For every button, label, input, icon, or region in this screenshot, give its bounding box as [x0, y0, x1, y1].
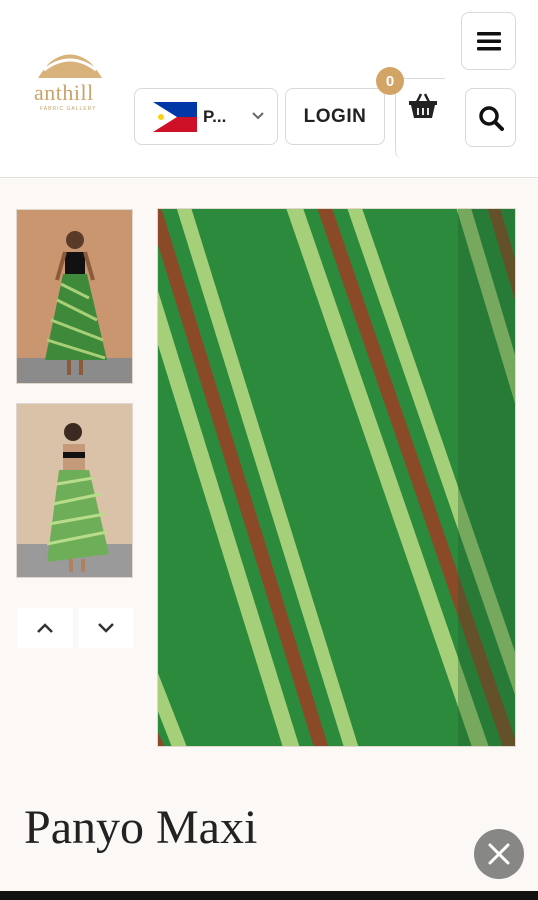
search-icon: [478, 105, 504, 131]
striped-fabric-image: [158, 209, 515, 746]
brand-tagline: FABRIC GALLERY: [40, 106, 97, 112]
cart-count-badge: 0: [376, 67, 404, 95]
chevron-down-icon: [252, 112, 264, 120]
bottom-bar: [0, 891, 538, 900]
close-button[interactable]: [474, 829, 524, 879]
product-page: Panyo Maxi: [0, 179, 538, 900]
close-icon: [488, 843, 510, 865]
model-back-image: [17, 404, 132, 577]
chevron-up-icon: [37, 623, 53, 633]
brand-name: anthill: [34, 80, 94, 105]
login-button[interactable]: LOGIN: [285, 88, 385, 145]
hamburger-menu-icon: [476, 32, 501, 51]
thumbnail-prev-button[interactable]: [17, 608, 73, 648]
site-header: anthill FABRIC GALLERY P... LOGIN 0: [0, 0, 538, 178]
product-main-image[interactable]: [157, 208, 516, 747]
thumbnail-next-button[interactable]: [78, 608, 134, 648]
menu-button[interactable]: [461, 12, 516, 70]
product-thumbnail-back[interactable]: [16, 403, 133, 578]
country-code: P...: [203, 106, 227, 126]
model-front-image: [17, 210, 132, 383]
philippines-flag-icon: [153, 101, 197, 132]
country-selector[interactable]: P...: [134, 88, 278, 145]
basket-icon: [409, 93, 437, 118]
chevron-down-icon: [98, 623, 114, 633]
product-title: Panyo Maxi: [24, 801, 258, 854]
product-thumbnail-front[interactable]: [16, 209, 133, 384]
search-button[interactable]: [465, 88, 516, 147]
